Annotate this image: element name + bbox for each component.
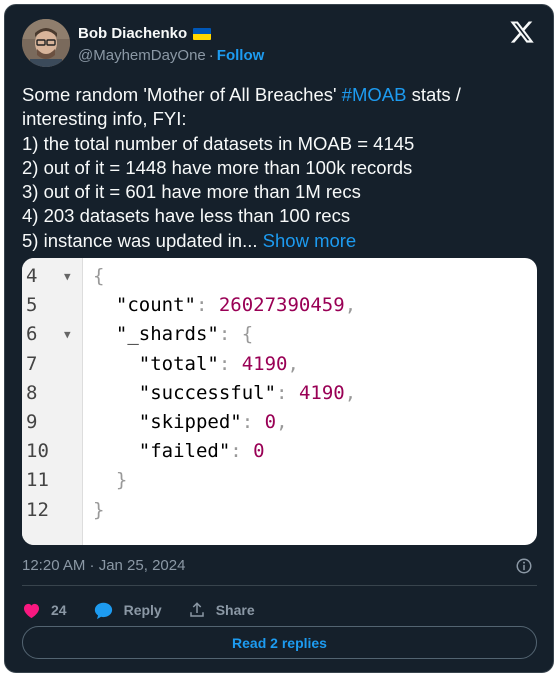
code-source: { (93, 262, 104, 291)
author-name[interactable]: Bob Diachenko (78, 25, 187, 42)
line-number: 12 (26, 498, 49, 521)
code-line: 11 } (22, 466, 537, 495)
line-number: 11 (26, 469, 49, 492)
code-line: 8 "successful": 4190, (22, 379, 537, 408)
author-name-row[interactable]: Bob Diachenko (78, 25, 212, 42)
reply-label: Reply (123, 602, 162, 618)
json-key: "total" (138, 352, 219, 375)
json-number: 26027390459 (218, 294, 345, 317)
line-number: 9 (26, 411, 38, 433)
fold-arrow-icon[interactable]: ▼ (64, 320, 71, 349)
code-source: "count": 26027390459, (93, 291, 356, 320)
code-source: } (93, 466, 127, 495)
fold-arrow-icon[interactable]: ▼ (64, 262, 71, 291)
reply-bubble-icon (94, 602, 112, 619)
code-source: "_shards": { (93, 320, 253, 349)
code-line: 9 "skipped": 0, (22, 408, 537, 437)
json-punctuation: : (218, 352, 242, 375)
tweet-line-1: Some random 'Mother of All Breaches' #MO… (22, 83, 537, 107)
line-number: 6 (26, 323, 38, 346)
code-screenshot-image[interactable]: 4 ▼ {5 "count": 26027390459, 6 ▼ "_shards": … (22, 258, 537, 545)
code-line: 4 ▼ { (22, 262, 537, 291)
json-punctuation: : { (218, 323, 254, 346)
json-number: 0 (264, 411, 277, 433)
author-handle[interactable]: @MayhemDayOne (78, 47, 206, 64)
follow-button[interactable]: Follow (217, 47, 265, 64)
json-punctuation: , (287, 352, 299, 375)
tweet-line-5: 3) out of it = 601 have more than 1M rec… (22, 181, 361, 203)
tweet-text-segment: stats / (406, 84, 461, 105)
tweet-line-6: 4) 203 datasets have less than 100 recs (22, 205, 351, 227)
json-punctuation: } (93, 498, 105, 521)
json-punctuation: : (241, 411, 265, 433)
json-punctuation: : (276, 381, 299, 404)
tweet-text-segment: Some random 'Mother of All Breaches' (22, 84, 342, 105)
like-count: 24 (51, 602, 67, 618)
tweet-text-segment: 5) instance was updated in... (22, 229, 258, 251)
show-more-link[interactable]: Show more (263, 230, 357, 251)
tweet-card: Bob Diachenko @MayhemDayOne · Follow Some … (4, 4, 554, 673)
read-replies-button[interactable]: Read 2 replies (22, 626, 537, 659)
action-bar: 24 Reply Share (22, 597, 281, 623)
share-button[interactable]: Share (188, 601, 255, 619)
share-label: Share (215, 602, 255, 618)
x-logo-icon[interactable] (509, 19, 535, 45)
tweet-line-2: interesting info, FYI: (22, 108, 187, 130)
separator-dot: · (208, 47, 214, 64)
json-punctuation: { (93, 265, 105, 287)
line-number: 7 (26, 352, 38, 375)
code-source: "skipped": 0, (93, 408, 288, 437)
tweet-line-3: 1) the total number of datasets in MOAB … (22, 132, 415, 154)
like-button[interactable]: 24 (22, 601, 67, 620)
share-icon (189, 602, 204, 617)
json-key: "successful" (138, 381, 277, 404)
code-line: 12} (22, 496, 537, 525)
avatar[interactable] (22, 19, 70, 67)
json-number: 4190 (298, 381, 345, 404)
avatar-image (22, 19, 70, 67)
json-punctuation: } (115, 469, 128, 492)
hashtag-link[interactable]: #MOAB (342, 84, 407, 105)
code-line: 5 "count": 26027390459, (22, 291, 537, 320)
tweet-text: Some random 'Mother of All Breaches' #MO… (22, 83, 537, 253)
json-key: "_shards" (115, 323, 219, 346)
json-key: "failed" (138, 440, 231, 463)
line-number: 5 (26, 294, 38, 317)
code-source: "failed": 0 (93, 437, 265, 466)
line-number: 8 (26, 381, 38, 404)
timestamp[interactable]: 12:20 AM · Jan 25, 2024 (22, 557, 185, 574)
json-punctuation: , (344, 381, 357, 404)
json-key: "skipped" (138, 411, 242, 433)
line-number: 4 (26, 265, 38, 287)
divider (22, 585, 537, 586)
code-line: 6 ▼ "_shards": { (22, 320, 537, 349)
json-punctuation: : (195, 294, 219, 317)
heart-icon (23, 603, 40, 618)
json-number: 0 (253, 440, 265, 463)
json-punctuation: : (230, 440, 254, 463)
json-key: "count" (115, 294, 196, 317)
code-source: "total": 4190, (93, 350, 299, 379)
code-source: } (93, 496, 104, 525)
json-punctuation: , (344, 294, 357, 317)
reply-button[interactable]: Reply (93, 601, 162, 620)
code-source: "successful": 4190, (93, 379, 356, 408)
json-number: 4190 (241, 352, 288, 375)
tweet-line-4: 2) out of it = 1448 have more than 100k … (22, 156, 413, 178)
code-line: 7 "total": 4190, (22, 350, 537, 379)
tweet-line-7: 5) instance was updated in... Show more (22, 229, 537, 253)
json-punctuation: , (276, 411, 288, 433)
line-number: 10 (26, 440, 49, 463)
info-icon[interactable] (515, 557, 533, 575)
code-line: 10 "failed": 0 (22, 437, 537, 466)
ukraine-flag-icon (193, 27, 212, 40)
author-handle-row: @MayhemDayOne · Follow (78, 47, 264, 64)
